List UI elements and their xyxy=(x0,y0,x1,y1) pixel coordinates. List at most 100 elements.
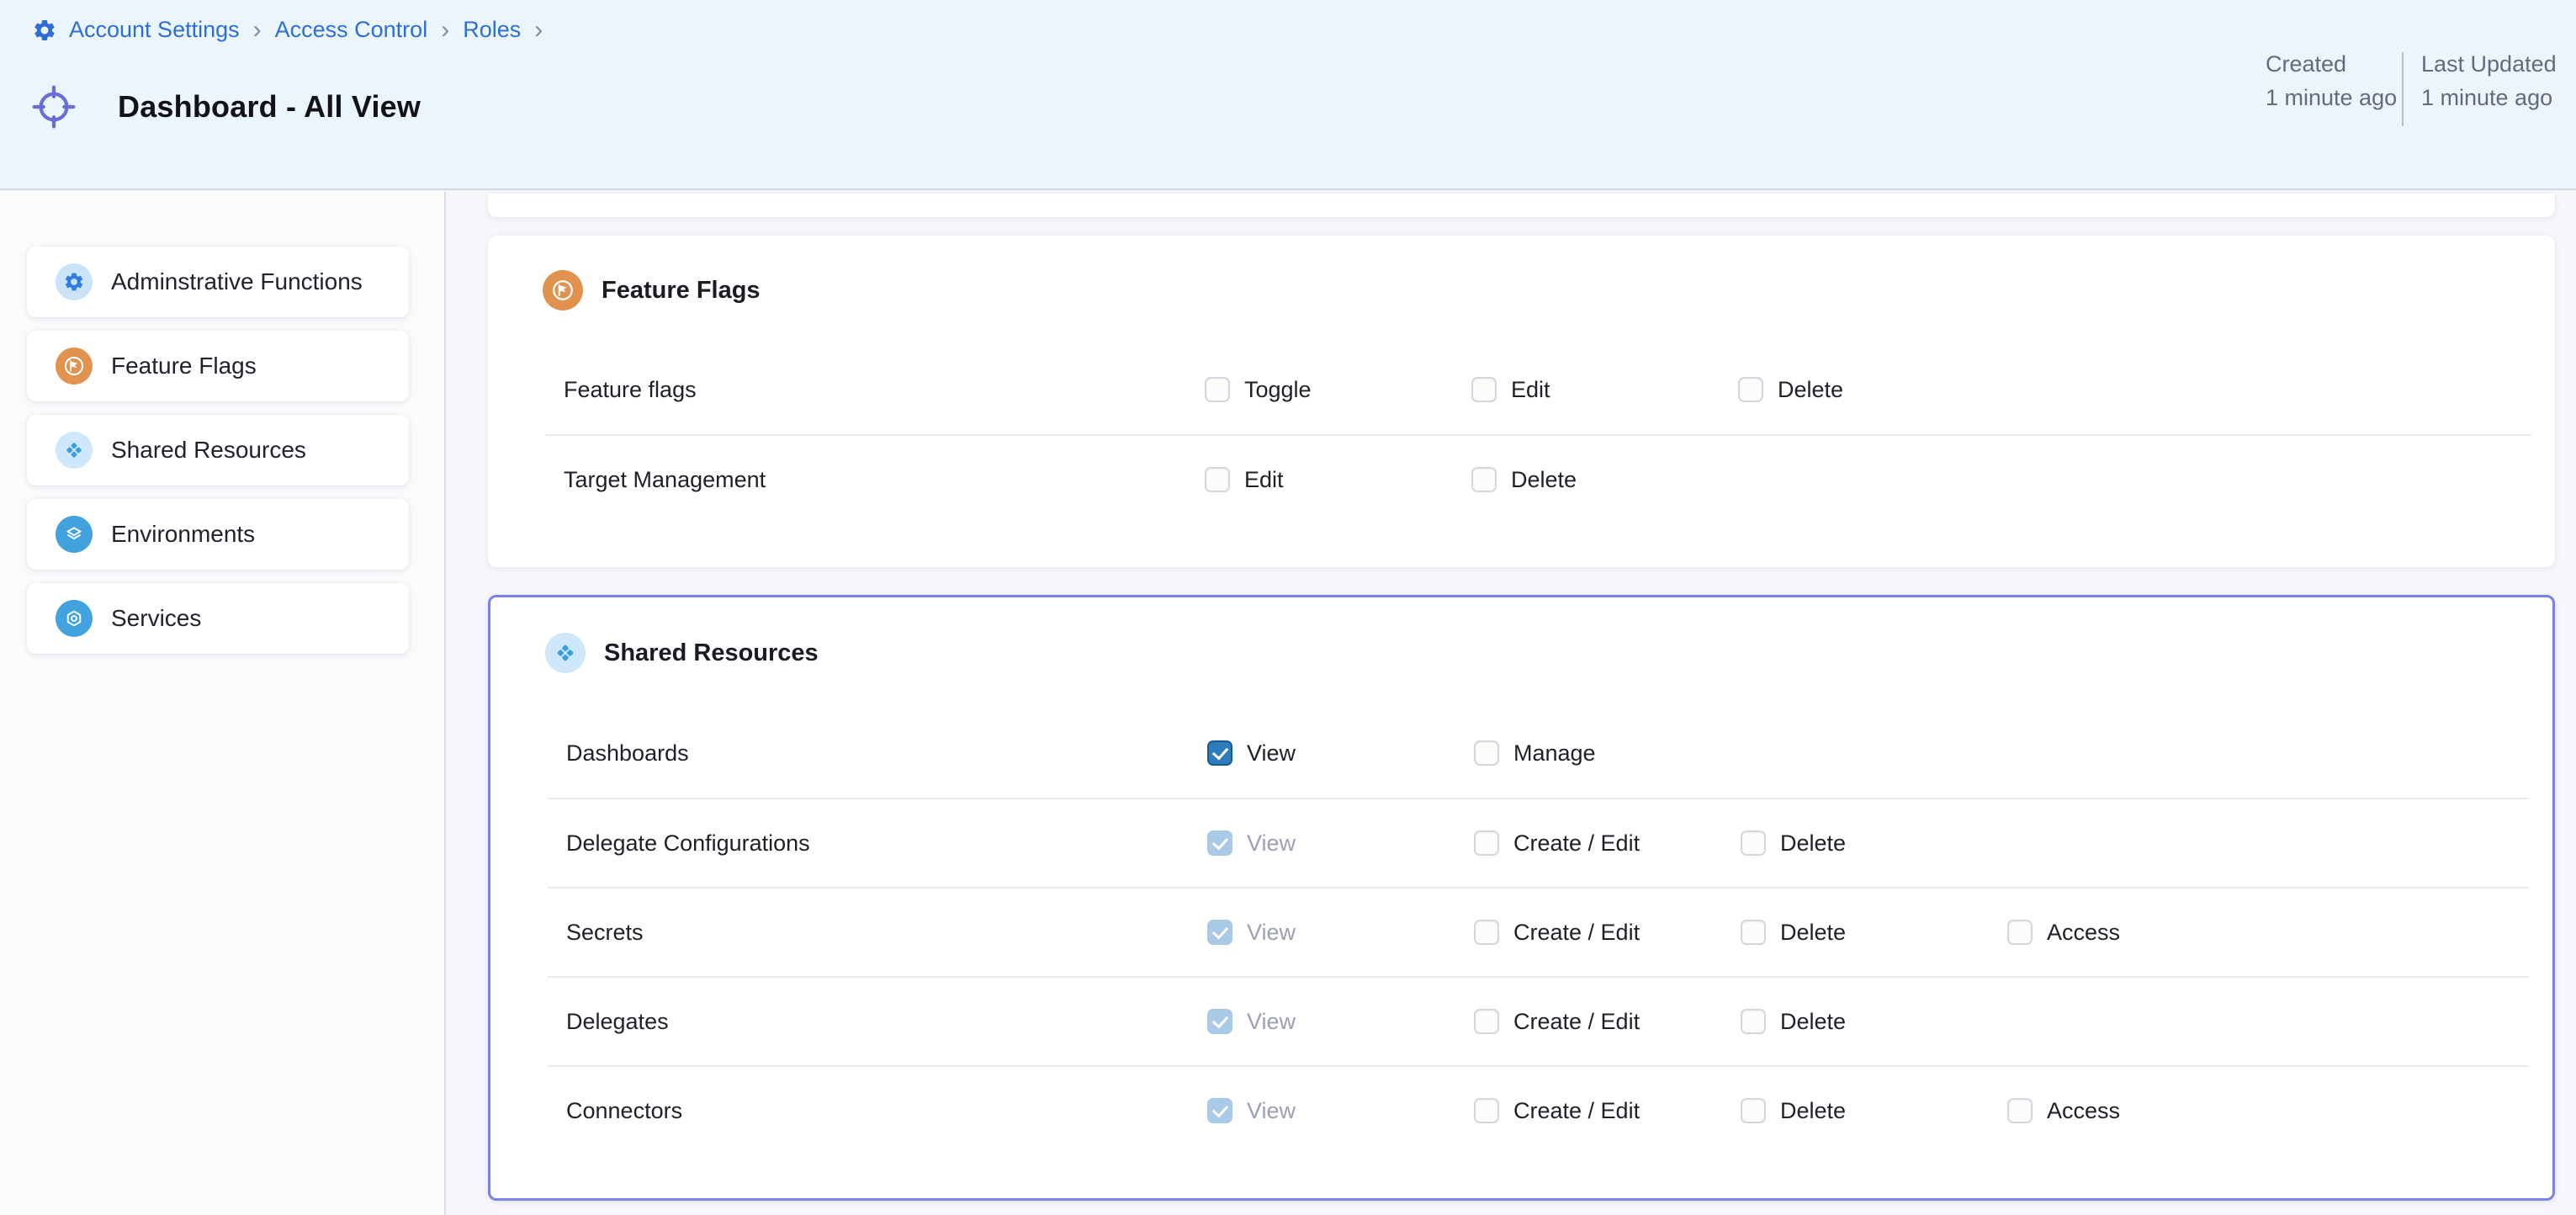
permission-manage[interactable]: Manage xyxy=(1474,740,1741,767)
chevron-right-icon: › xyxy=(252,18,263,43)
gear-icon xyxy=(32,18,57,43)
resource-label: Delegate Configurations xyxy=(566,830,1207,857)
hexagon-icon xyxy=(56,600,93,637)
section-card-shared-resources: Shared Resources Dashboards View Manage … xyxy=(488,595,2555,1201)
checkbox[interactable] xyxy=(2007,920,2033,945)
permission-view[interactable]: View xyxy=(1207,1009,1474,1035)
checkbox[interactable] xyxy=(1207,920,1232,945)
last-updated-value: 1 minute ago xyxy=(2421,81,2557,114)
last-updated-label: Last Updated xyxy=(2421,47,2557,81)
permission-access[interactable]: Access xyxy=(2007,920,2529,946)
permission-edit[interactable]: Edit xyxy=(1471,377,1738,403)
permission-delete[interactable]: Delete xyxy=(1741,1009,2007,1035)
permission-row-connectors: Connectors View Create / Edit Delete Acc… xyxy=(548,1065,2529,1154)
section-title: Shared Resources xyxy=(604,639,819,667)
checkbox[interactable] xyxy=(1741,830,1766,856)
resource-label: Secrets xyxy=(566,920,1207,946)
checkbox[interactable] xyxy=(1205,467,1230,492)
breadcrumb-account-settings[interactable]: Account Settings xyxy=(69,17,240,43)
checkbox[interactable] xyxy=(1741,1009,1766,1034)
chevron-right-icon: › xyxy=(439,18,451,43)
permission-delete[interactable]: Delete xyxy=(1738,377,2005,403)
checkbox[interactable] xyxy=(1471,467,1497,492)
last-updated-meta: Last Updated 1 minute ago xyxy=(2421,47,2557,114)
breadcrumb-roles[interactable]: Roles xyxy=(463,17,521,43)
breadcrumb: Account Settings › Access Control › Role… xyxy=(32,17,544,43)
checkbox[interactable] xyxy=(1474,1098,1499,1123)
page-header: Account Settings › Access Control › Role… xyxy=(0,0,2576,190)
permission-create-edit[interactable]: Create / Edit xyxy=(1474,830,1741,857)
checkbox[interactable] xyxy=(1474,1009,1499,1034)
checkbox[interactable] xyxy=(1207,740,1232,766)
resource-group-sidebar: Adminstrative Functions Feature Flags Sh… xyxy=(0,192,446,1215)
permission-delete[interactable]: Delete xyxy=(1741,1098,2007,1124)
sidebar-item-adminstrative-functions[interactable]: Adminstrative Functions xyxy=(27,247,409,317)
permission-delete[interactable]: Delete xyxy=(1741,920,2007,946)
section-header: Shared Resources xyxy=(490,597,2552,708)
sidebar-item-shared-resources[interactable]: Shared Resources xyxy=(27,415,409,485)
permission-row-feature-flags: Feature flags Toggle Edit Delete xyxy=(545,345,2531,434)
created-meta: Created 1 minute ago xyxy=(2266,47,2397,114)
checkbox[interactable] xyxy=(1738,377,1763,402)
sidebar-item-environments[interactable]: Environments xyxy=(27,499,409,570)
sidebar-item-feature-flags[interactable]: Feature Flags xyxy=(27,331,409,401)
permission-row-delegates: Delegates View Create / Edit Delete xyxy=(548,976,2529,1065)
role-details-page: Account Settings › Access Control › Role… xyxy=(0,0,2576,1215)
diamond-grid-icon xyxy=(545,633,586,673)
checkbox[interactable] xyxy=(1207,1009,1232,1034)
checkbox[interactable] xyxy=(2007,1098,2033,1123)
resource-label: Connectors xyxy=(566,1098,1207,1124)
sidebar-item-label: Environments xyxy=(111,521,255,548)
checkbox[interactable] xyxy=(1741,1098,1766,1123)
created-value: 1 minute ago xyxy=(2266,81,2397,114)
permission-toggle[interactable]: Toggle xyxy=(1205,377,1471,403)
permission-create-edit[interactable]: Create / Edit xyxy=(1474,920,1741,946)
permission-delete[interactable]: Delete xyxy=(1471,467,1738,493)
resource-label: Dashboards xyxy=(566,740,1207,767)
previous-card-bottom-edge xyxy=(488,194,2555,217)
permission-view[interactable]: View xyxy=(1207,740,1474,767)
breadcrumb-access-control[interactable]: Access Control xyxy=(275,17,428,43)
flag-icon xyxy=(543,270,583,310)
resource-label: Feature flags xyxy=(564,377,1205,403)
flag-icon xyxy=(56,348,93,385)
permission-row-delegate-configurations: Delegate Configurations View Create / Ed… xyxy=(548,798,2529,887)
permission-view[interactable]: View xyxy=(1207,920,1474,946)
resource-label: Delegates xyxy=(566,1009,1207,1035)
section-header: Feature Flags xyxy=(488,236,2555,345)
crosshair-icon xyxy=(30,83,77,130)
checkbox[interactable] xyxy=(1474,740,1499,766)
gear-icon xyxy=(56,263,93,300)
chevron-right-icon: › xyxy=(533,18,544,43)
title-row: Dashboard - All View xyxy=(30,83,421,130)
permission-edit[interactable]: Edit xyxy=(1205,467,1471,493)
checkbox[interactable] xyxy=(1474,920,1499,945)
sidebar-item-label: Feature Flags xyxy=(111,353,257,379)
permission-create-edit[interactable]: Create / Edit xyxy=(1474,1098,1741,1124)
permission-row-dashboards: Dashboards View Manage xyxy=(548,708,2529,798)
permission-access[interactable]: Access xyxy=(2007,1098,2529,1124)
checkbox[interactable] xyxy=(1207,830,1232,856)
permission-view[interactable]: View xyxy=(1207,1098,1474,1124)
checkbox[interactable] xyxy=(1741,920,1766,945)
resource-label: Target Management xyxy=(564,467,1205,493)
permission-delete[interactable]: Delete xyxy=(1741,830,2007,857)
checkbox[interactable] xyxy=(1205,377,1230,402)
sidebar-item-label: Services xyxy=(111,605,201,632)
created-label: Created xyxy=(2266,47,2397,81)
sidebar-item-label: Adminstrative Functions xyxy=(111,268,363,295)
section-card-feature-flags: Feature Flags Feature flags Toggle Edit … xyxy=(488,236,2555,567)
checkbox[interactable] xyxy=(1207,1098,1232,1123)
permission-view[interactable]: View xyxy=(1207,830,1474,857)
checkbox[interactable] xyxy=(1471,377,1497,402)
diamond-grid-icon xyxy=(56,432,93,469)
sidebar-item-label: Shared Resources xyxy=(111,437,306,464)
section-title: Feature Flags xyxy=(602,277,761,305)
permission-row-secrets: Secrets View Create / Edit Delete Access xyxy=(548,887,2529,976)
checkbox[interactable] xyxy=(1474,830,1499,856)
layers-icon xyxy=(56,516,93,553)
page-title: Dashboard - All View xyxy=(118,89,421,125)
permission-create-edit[interactable]: Create / Edit xyxy=(1474,1009,1741,1035)
permission-row-target-management: Target Management Edit Delete xyxy=(545,434,2531,523)
sidebar-item-services[interactable]: Services xyxy=(27,583,409,654)
